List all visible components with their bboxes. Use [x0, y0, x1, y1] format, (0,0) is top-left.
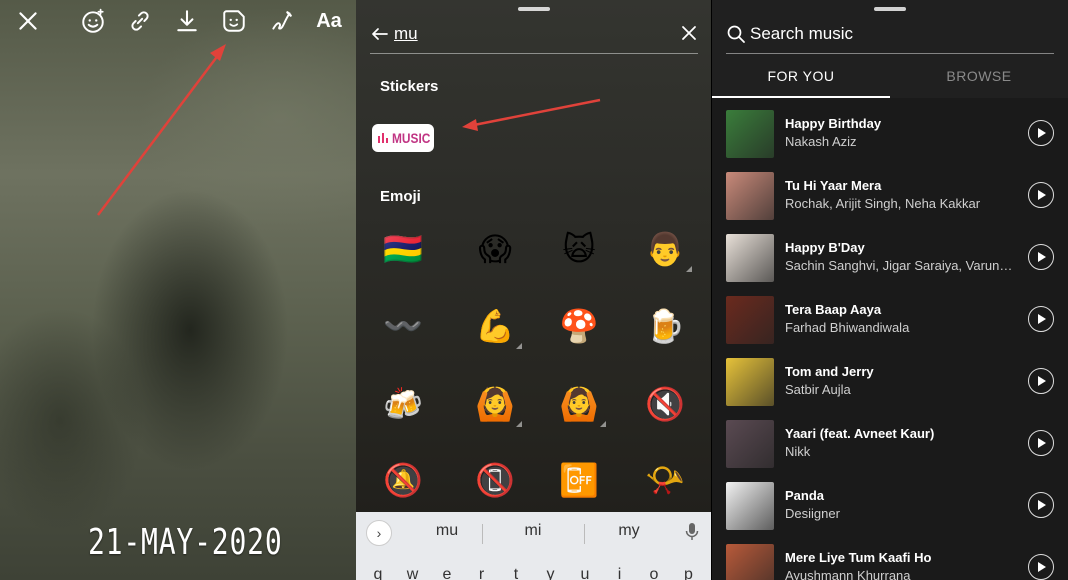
expand-suggestions-icon[interactable]: › [366, 520, 392, 546]
emoji-item[interactable]: 🍺 [640, 301, 690, 351]
music-search-input[interactable]: Search music [750, 24, 853, 44]
key-y[interactable]: y [541, 566, 561, 580]
song-row[interactable]: Happy B'Day Sachin Sanghvi, Jigar Saraiya… [712, 234, 1068, 296]
suggestion-1[interactable]: mu [412, 522, 482, 544]
song-artist: Satbir Aujla [785, 382, 851, 397]
keyboard: › mu mi my q we rt yu io p [356, 512, 711, 580]
song-artist: Nakash Aziz [785, 134, 857, 149]
song-title: Tu Hi Yaar Mera [785, 178, 882, 193]
suggestion-2[interactable]: mi [498, 522, 568, 544]
song-artist: Sachin Sanghvi, Jigar Saraiya, Varun D… [785, 258, 1015, 273]
emoji-item[interactable]: 🇲🇺 [378, 224, 428, 274]
music-search-bar[interactable]: Search music [726, 20, 1054, 54]
emoji-heading: Emoji [380, 188, 421, 205]
album-cover [726, 544, 774, 580]
emoji-item[interactable]: 🙀 [554, 224, 604, 274]
key-o[interactable]: o [644, 566, 664, 580]
suggestion-divider [482, 524, 483, 544]
annotation-arrow-2 [462, 98, 601, 131]
play-icon[interactable] [1028, 492, 1054, 518]
song-artist: Nikk [785, 444, 811, 459]
emoji-item[interactable]: 📴 [554, 455, 604, 505]
key-e[interactable]: e [437, 566, 457, 580]
song-artist: Desiigner [785, 506, 840, 521]
song-row[interactable]: Panda Desiigner [712, 482, 1068, 544]
active-tab-indicator [712, 96, 890, 98]
key-u[interactable]: u [575, 566, 595, 580]
play-icon[interactable] [1028, 244, 1054, 270]
album-cover [726, 234, 774, 282]
play-icon[interactable] [1028, 306, 1054, 332]
play-icon[interactable] [1028, 120, 1054, 146]
music-search-panel: Search music FOR YOU BROWSE Happy Birthd… [712, 0, 1068, 580]
song-title: Happy B'Day [785, 240, 865, 255]
song-artist: Ayushmann Khurrana [785, 568, 911, 580]
song-row[interactable]: Tu Hi Yaar Mera Rochak, Arijit Singh, Neh… [712, 172, 1068, 234]
album-cover [726, 296, 774, 344]
emoji-item[interactable]: 🔇 [640, 379, 690, 429]
album-cover [726, 110, 774, 158]
play-icon[interactable] [1028, 368, 1054, 394]
key-i[interactable]: i [610, 566, 630, 580]
song-title: Tera Baap Aaya [785, 302, 882, 317]
song-row[interactable]: Tera Baap Aaya Farhad Bhiwandiwala [712, 296, 1068, 358]
song-title: Mere Liye Tum Kaafi Ho [785, 550, 932, 565]
screenshot-collage: Aa 21-MAY-2020 mu Stickers MUSIC Emoji 🇲… [0, 0, 1068, 580]
emoji-item[interactable]: 〰️ [378, 301, 428, 351]
emoji-item[interactable]: 😱 [470, 224, 520, 274]
song-artist: Rochak, Arijit Singh, Neha Kakkar [785, 196, 981, 211]
album-cover [726, 420, 774, 468]
song-title: Yaari (feat. Avneet Kaur) [785, 426, 935, 441]
key-p[interactable]: p [679, 566, 699, 580]
song-row[interactable]: Tom and Jerry Satbir Aujla [712, 358, 1068, 420]
microphone-icon[interactable] [685, 522, 699, 542]
annotation-arrow-1 [97, 44, 226, 216]
play-icon[interactable] [1028, 554, 1054, 580]
song-title: Panda [785, 488, 825, 503]
album-cover [726, 172, 774, 220]
emoji-item[interactable]: 📵 [470, 455, 520, 505]
play-icon[interactable] [1028, 182, 1054, 208]
date-text-overlay[interactable]: 21-MAY-2020 [88, 522, 283, 563]
song-title: Tom and Jerry [785, 364, 874, 379]
tab-browse[interactable]: BROWSE [890, 68, 1068, 84]
story-editor-panel: Aa 21-MAY-2020 [0, 0, 356, 580]
song-row[interactable]: Mere Liye Tum Kaafi Ho Ayushmann Khurrana [712, 544, 1068, 580]
song-title: Happy Birthday [785, 116, 882, 131]
key-t[interactable]: t [506, 566, 526, 580]
drag-handle[interactable] [874, 7, 906, 11]
tab-for-you[interactable]: FOR YOU [712, 68, 890, 84]
album-cover [726, 358, 774, 406]
music-header: Search music FOR YOU BROWSE [712, 0, 1068, 98]
suggestion-3[interactable]: my [594, 522, 664, 544]
play-icon[interactable] [1028, 430, 1054, 456]
suggestion-divider [584, 524, 585, 544]
album-cover [726, 482, 774, 530]
song-row[interactable]: Yaari (feat. Avneet Kaur) Nikk [712, 420, 1068, 482]
key-q[interactable]: q [368, 566, 388, 580]
emoji-item[interactable]: 🙆 [470, 379, 522, 429]
keyboard-top-row: q we rt yu io p [356, 566, 711, 580]
emoji-item[interactable]: 🔕 [378, 455, 428, 505]
song-row[interactable]: Happy Birthday Nakash Aziz [712, 110, 1068, 172]
search-icon [727, 25, 745, 43]
emoji-item[interactable]: 💪 [470, 301, 522, 351]
emoji-item[interactable]: 📯 [640, 455, 690, 505]
song-artist: Farhad Bhiwandiwala [785, 320, 910, 335]
emoji-item[interactable]: 🙆 [554, 379, 606, 429]
emoji-item[interactable]: 🍻 [378, 379, 428, 429]
sticker-search-panel: mu Stickers MUSIC Emoji 🇲🇺 😱 🙀 👨 〰️ 💪 🍄 🍺 🍻 🙆 🙆 🔇 🔕 📵… [356, 0, 711, 580]
emoji-item[interactable]: 👨 [640, 224, 692, 274]
key-r[interactable]: r [472, 566, 492, 580]
key-w[interactable]: w [403, 566, 423, 580]
emoji-item[interactable]: 🍄 [554, 301, 604, 351]
